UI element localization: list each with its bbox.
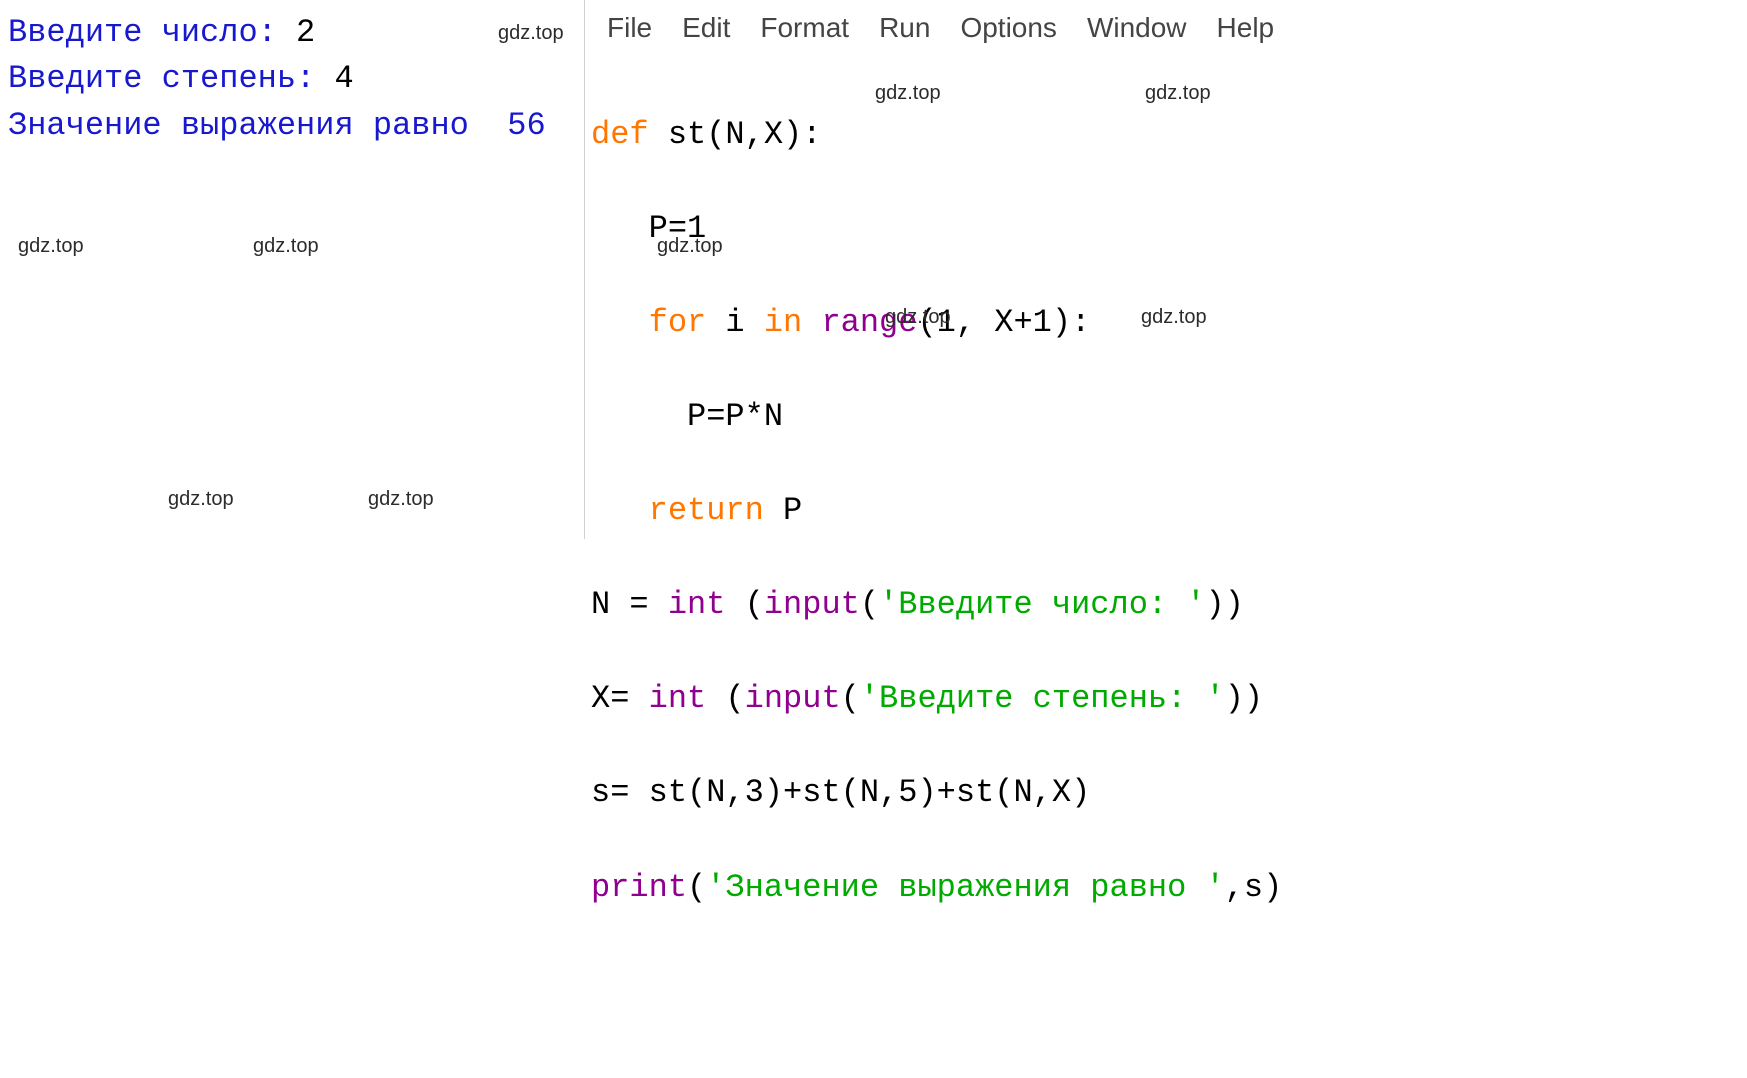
builtin-print: print bbox=[591, 869, 687, 906]
menu-window[interactable]: Window bbox=[1087, 12, 1187, 44]
code-text: ,s) bbox=[1225, 869, 1283, 906]
code-text: ( bbox=[706, 680, 744, 717]
console-line-3: Значение выражения равно 56 bbox=[8, 103, 576, 149]
code-text: P bbox=[764, 492, 802, 529]
console-pane: Введите число: 2 Введите степень: 4 Знач… bbox=[0, 0, 585, 539]
builtin-input: input bbox=[745, 680, 841, 717]
watermark-text: gdz.top bbox=[875, 79, 941, 108]
code-text: P=1 bbox=[591, 210, 706, 247]
watermark-text: gdz.top bbox=[368, 488, 434, 511]
menu-file[interactable]: File bbox=[607, 12, 652, 44]
menu-options[interactable]: Options bbox=[960, 12, 1057, 44]
editor-pane: File Edit Format Run Options Window Help… bbox=[585, 0, 1747, 539]
output-value: 56 bbox=[507, 107, 545, 144]
code-text: )) bbox=[1206, 586, 1244, 623]
keyword-return: return bbox=[591, 492, 764, 529]
string-literal: 'Введите степень: ' bbox=[860, 680, 1225, 717]
keyword-for: for bbox=[591, 304, 706, 341]
code-text: i bbox=[706, 304, 764, 341]
watermark-text: gdz.top bbox=[168, 488, 234, 511]
code-text: st(N,X): bbox=[649, 116, 822, 153]
code-line-5: return P bbox=[591, 487, 1741, 534]
code-line-8: s= st(N,3)+st(N,5)+st(N,X) bbox=[591, 769, 1741, 816]
input-value: 4 bbox=[334, 60, 353, 97]
code-line-1: def st(N,X): bbox=[591, 111, 1741, 158]
builtin-int: int bbox=[668, 586, 726, 623]
code-text: )) bbox=[1225, 680, 1263, 717]
code-text: N = bbox=[591, 586, 668, 623]
watermark-text: gdz.top bbox=[253, 235, 319, 258]
string-literal: 'Введите число: ' bbox=[879, 586, 1205, 623]
keyword-def: def bbox=[591, 116, 649, 153]
input-value: 2 bbox=[296, 14, 315, 51]
code-line-2: P=1 bbox=[591, 205, 1741, 252]
code-line-3: for i in range(1, X+1): bbox=[591, 299, 1741, 346]
prompt-text: Введите степень: bbox=[8, 60, 334, 97]
console-line-1: Введите число: 2 bbox=[8, 10, 576, 56]
menu-format[interactable]: Format bbox=[760, 12, 849, 44]
menu-edit[interactable]: Edit bbox=[682, 12, 730, 44]
code-text: P=P*N bbox=[591, 398, 783, 435]
console-line-2: Введите степень: 4 bbox=[8, 56, 576, 102]
code-text: ( bbox=[860, 586, 879, 623]
watermark-text: gdz.top bbox=[1145, 79, 1211, 108]
code-text: X= bbox=[591, 680, 649, 717]
code-text: ( bbox=[841, 680, 860, 717]
watermark-text: gdz.top bbox=[18, 235, 84, 258]
builtin-int: int bbox=[649, 680, 707, 717]
output-prefix: Значение выражения равно bbox=[8, 107, 507, 144]
code-line-9: print('Значение выражения равно ',s) bbox=[591, 864, 1741, 911]
code-line-7: X= int (input('Введите степень: ')) bbox=[591, 675, 1741, 722]
code-editor[interactable]: def st(N,X): P=1 for i in range(1, X+1):… bbox=[585, 56, 1747, 1078]
code-text: (1, X+1): bbox=[917, 304, 1090, 341]
menu-run[interactable]: Run bbox=[879, 12, 930, 44]
code-text: ( bbox=[687, 869, 706, 906]
code-text: s= st(N,3)+st(N,5)+st(N,X) bbox=[591, 774, 1090, 811]
builtin-range: range bbox=[802, 304, 917, 341]
code-line-4: P=P*N bbox=[591, 393, 1741, 440]
keyword-in: in bbox=[764, 304, 802, 341]
menubar: File Edit Format Run Options Window Help bbox=[585, 0, 1747, 56]
code-line-6: N = int (input('Введите число: ')) bbox=[591, 581, 1741, 628]
prompt-text: Введите число: bbox=[8, 14, 296, 51]
builtin-input: input bbox=[764, 586, 860, 623]
code-text: ( bbox=[725, 586, 763, 623]
string-literal: 'Значение выражения равно ' bbox=[706, 869, 1224, 906]
menu-help[interactable]: Help bbox=[1217, 12, 1275, 44]
